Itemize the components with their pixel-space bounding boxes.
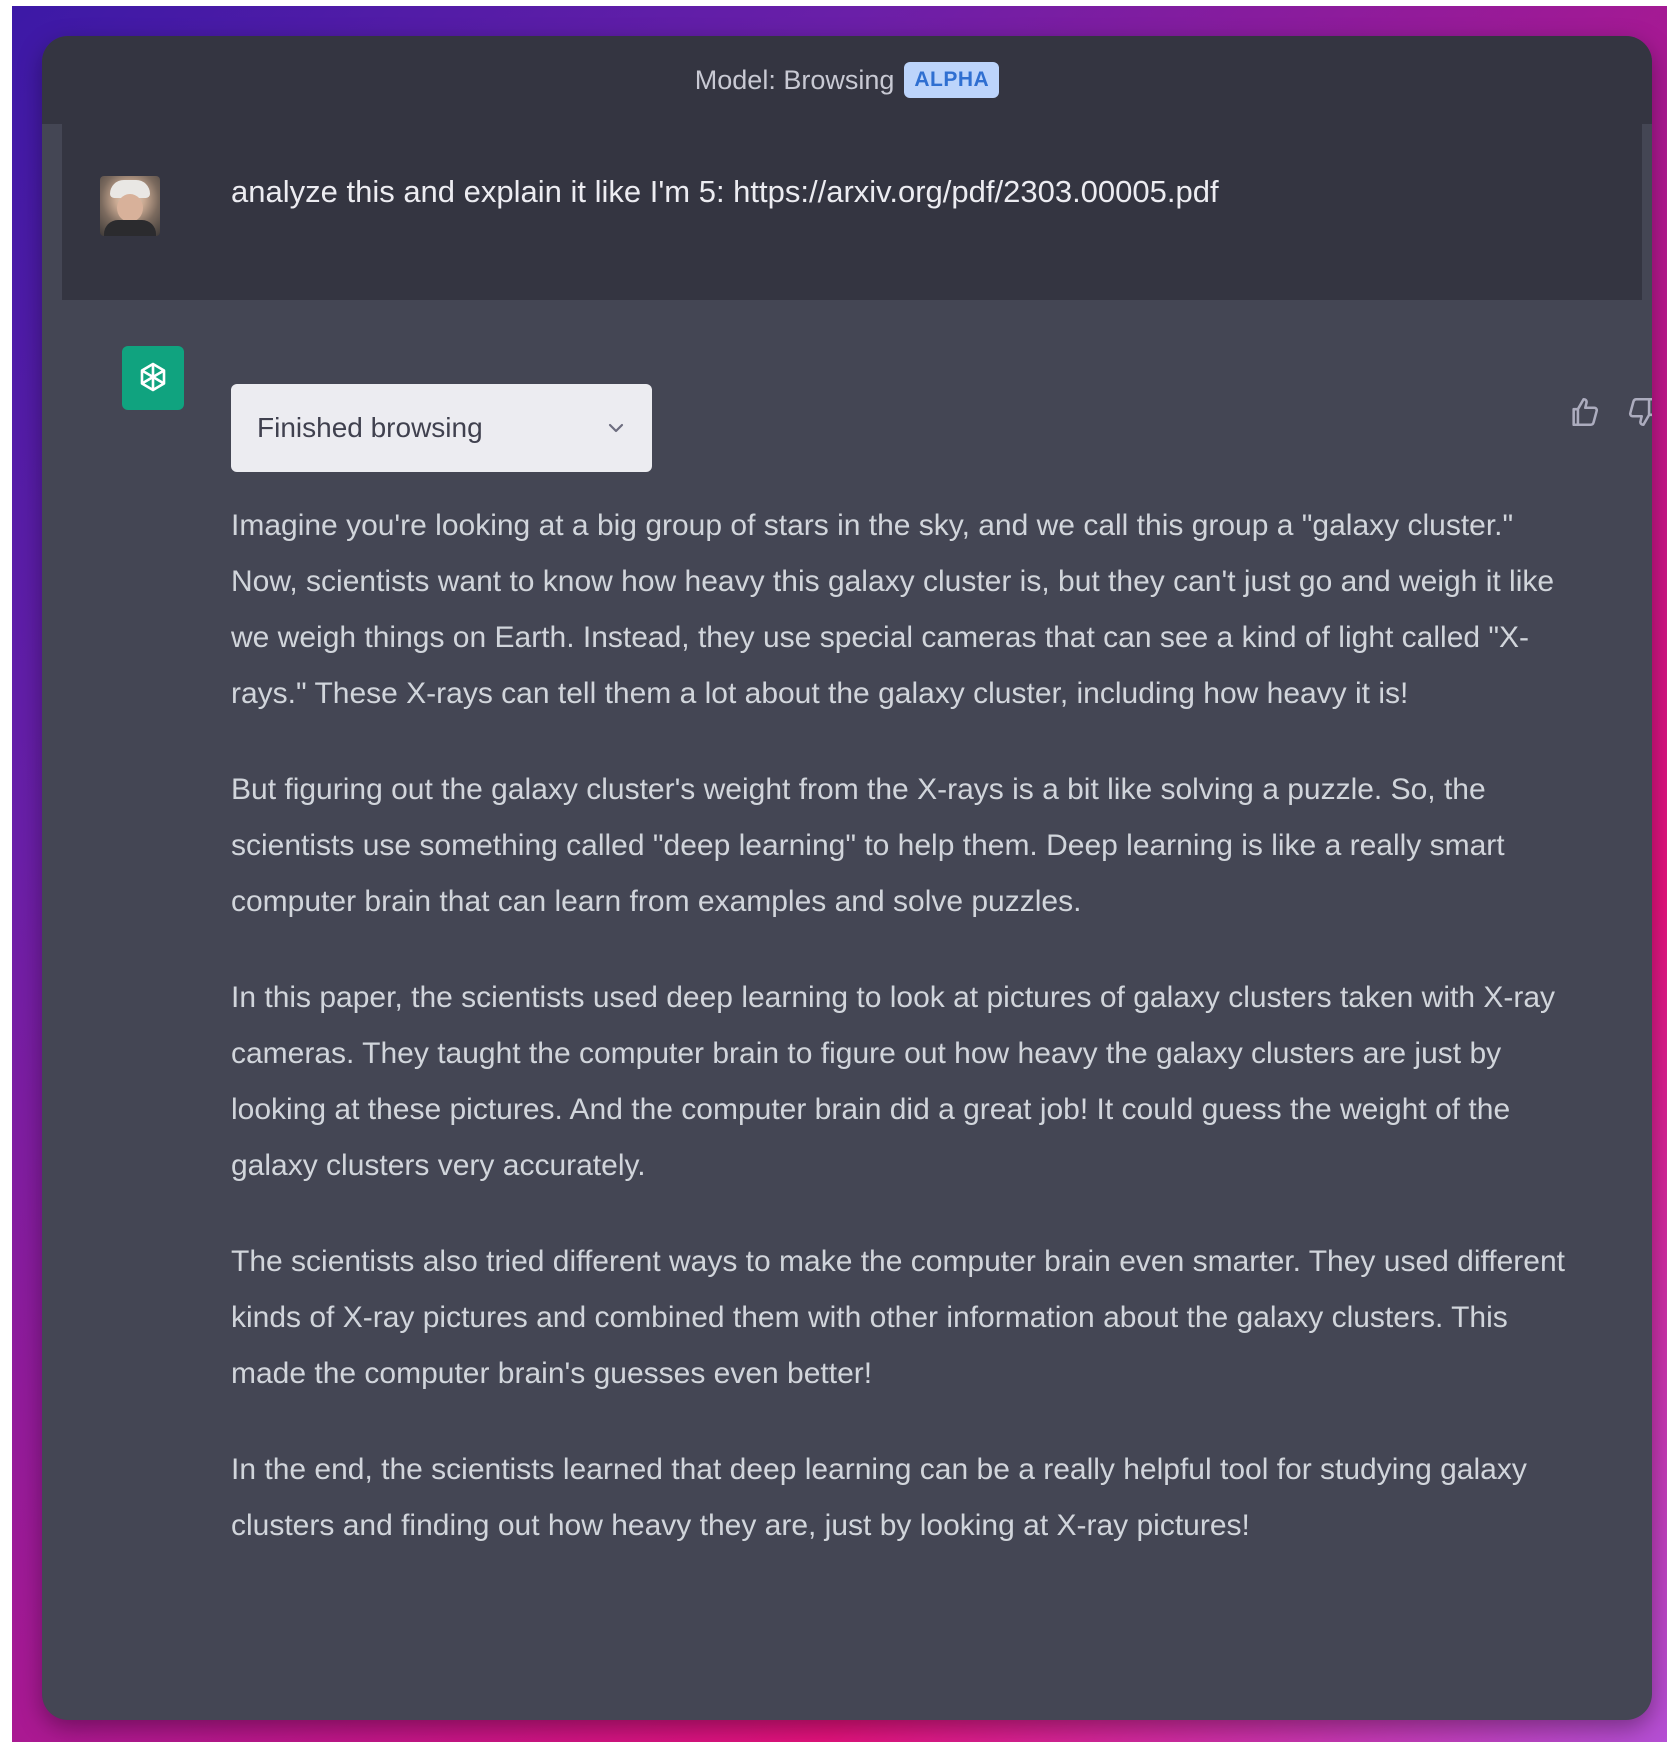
thumbs-down-icon[interactable] (1622, 392, 1652, 432)
browsing-status-dropdown[interactable]: Finished browsing (231, 384, 652, 472)
alpha-badge: ALPHA (904, 62, 1000, 98)
response-paragraph: But figuring out the galaxy cluster's we… (231, 773, 1505, 918)
user-message-text: analyze this and explain it like I'm 5: … (231, 174, 1219, 209)
chat-window: Model: Browsing ALPHA analyze this and e… (42, 36, 1652, 1720)
browsing-status-label: Finished browsing (257, 412, 483, 443)
response-paragraph: In the end, the scientists learned that … (231, 1453, 1527, 1542)
response-paragraph: In this paper, the scientists used deep … (231, 981, 1556, 1182)
chevron-down-icon (606, 418, 626, 438)
response-paragraph: Imagine you're looking at a big group of… (231, 509, 1555, 710)
model-header: Model: Browsing ALPHA (42, 36, 1652, 124)
user-message-row: analyze this and explain it like I'm 5: … (62, 124, 1642, 300)
model-label: Model: Browsing (694, 64, 895, 95)
assistant-response: Imagine you're looking at a big group of… (231, 498, 1571, 1594)
openai-logo-icon (122, 346, 184, 410)
thumbs-up-icon[interactable] (1565, 392, 1605, 432)
user-avatar (100, 176, 160, 236)
response-paragraph: The scientists also tried different ways… (231, 1245, 1566, 1390)
